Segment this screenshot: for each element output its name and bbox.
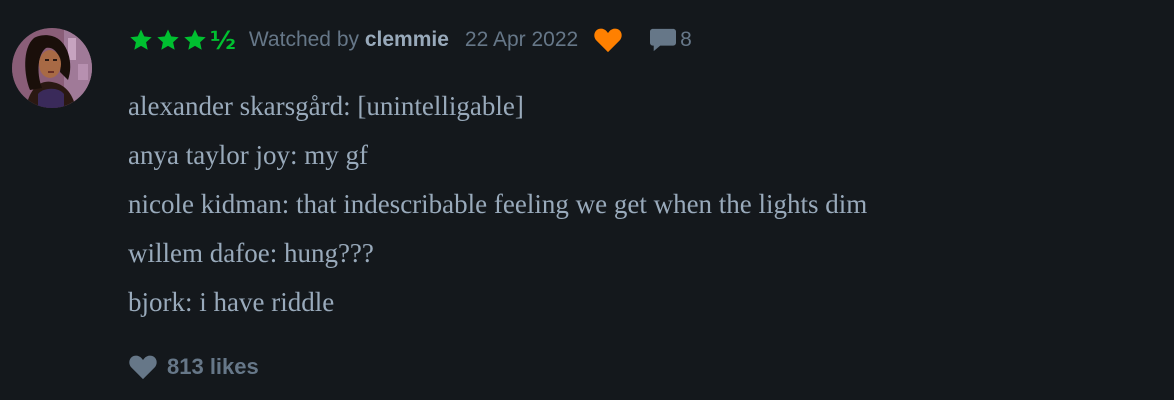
likes-link[interactable]: 813 likes bbox=[128, 350, 259, 384]
review-line: alexander skarsgård: [unintelligable] bbox=[128, 91, 524, 121]
star-icon bbox=[184, 29, 206, 50]
review-date[interactable]: 22 Apr 2022 bbox=[465, 28, 578, 52]
username-link[interactable]: clemmie bbox=[365, 28, 449, 51]
watched-by-label: Watched by bbox=[248, 28, 359, 51]
review-body: alexander skarsgård: [unintelligable] an… bbox=[128, 82, 867, 327]
comments-link[interactable]: 8 bbox=[649, 27, 692, 53]
heart-icon bbox=[129, 355, 157, 380]
avatar[interactable] bbox=[12, 28, 92, 108]
review-line: willem dafoe: hung??? bbox=[128, 238, 374, 268]
star-rating[interactable]: ½ bbox=[128, 25, 236, 55]
comment-count: 8 bbox=[680, 28, 692, 51]
speech-bubble-icon bbox=[650, 28, 677, 52]
review-line: nicole kidman: that indescribable feelin… bbox=[128, 189, 868, 219]
half-star-glyph: ½ bbox=[210, 25, 236, 55]
heart-icon[interactable] bbox=[593, 27, 623, 53]
review-meta: ½ Watched by clemmie 22 Apr 2022 8 bbox=[128, 22, 692, 58]
review-line: bjork: i have riddle bbox=[128, 287, 335, 317]
review-line: anya taylor joy: my gf bbox=[128, 140, 368, 170]
watched-by[interactable]: Watched by clemmie bbox=[249, 28, 449, 52]
likes-count: 813 likes bbox=[167, 354, 259, 379]
star-icon bbox=[130, 29, 152, 50]
review-card: ½ Watched by clemmie 22 Apr 2022 8 alexa… bbox=[0, 0, 1174, 400]
star-icon bbox=[157, 29, 179, 50]
